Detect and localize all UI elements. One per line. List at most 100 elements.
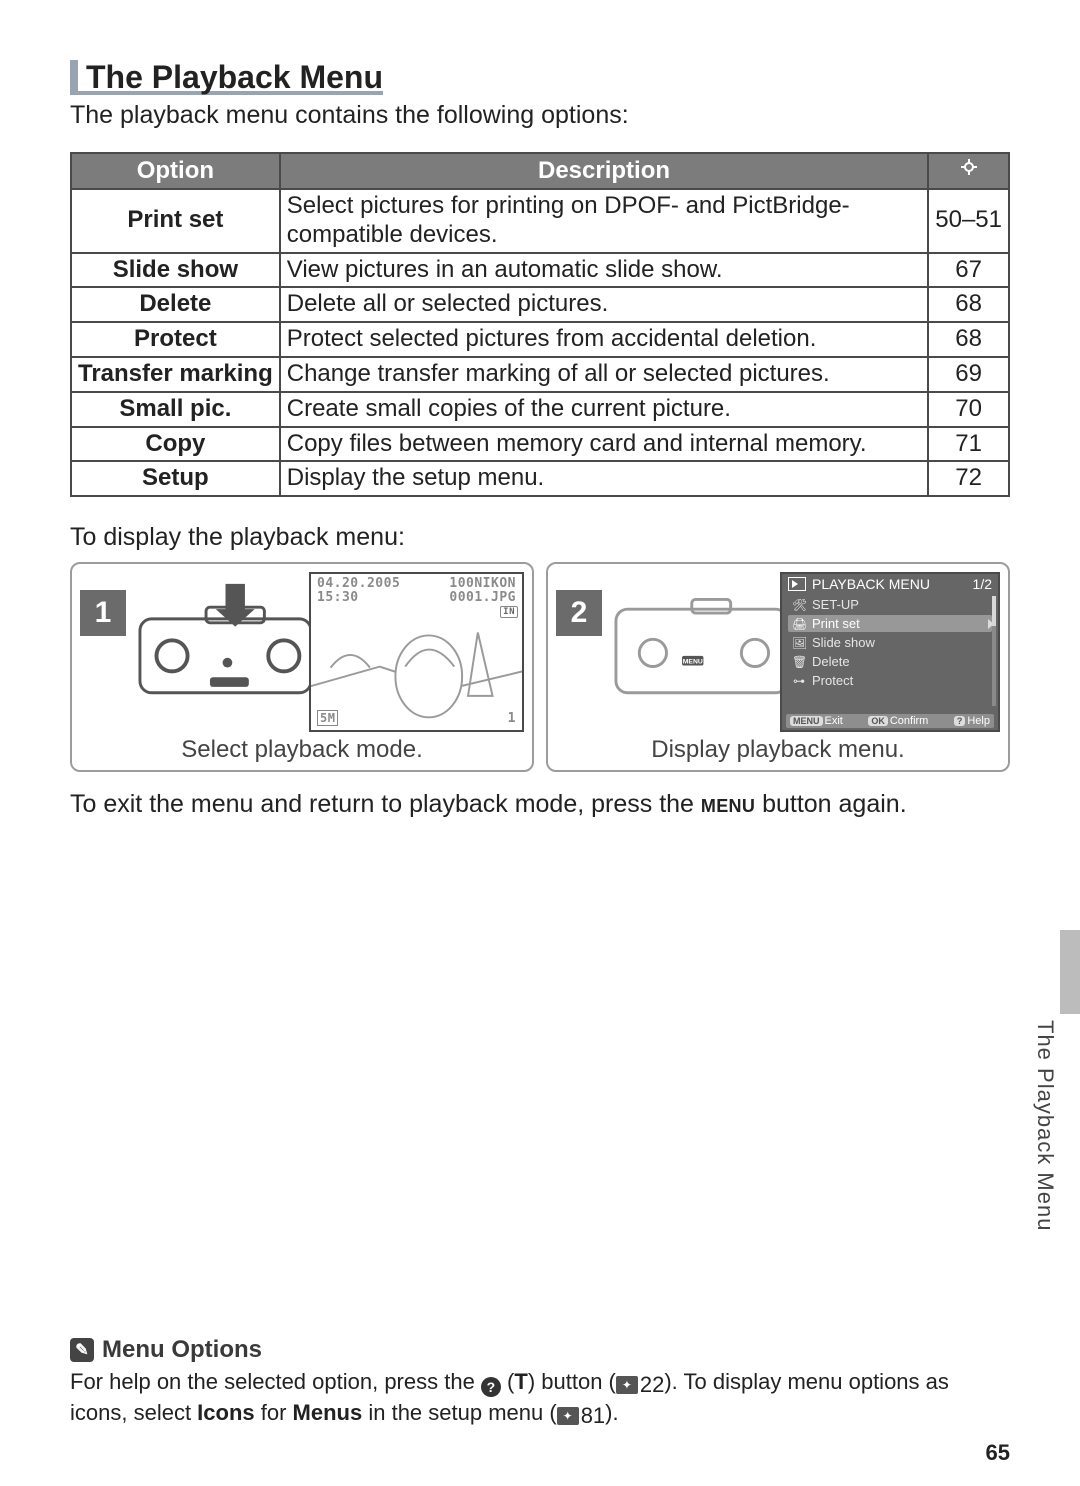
page-ref-number: 81 [581,1402,605,1430]
camera-back-icon: MENU [614,580,789,697]
step-panel-2: 2 MENU PLAYBACK [546,562,1010,772]
step-caption: Display playback menu. [548,736,1008,764]
option-desc: Protect selected pictures from accidenta… [280,322,929,357]
table-row: Delete Delete all or selected pictures. … [71,287,1009,322]
lcd-internal-badge: IN [500,606,518,618]
lcd-date: 04.20.2005 [317,576,400,591]
menu-items: 🛠 SET-UP 🖨 Print set 🖼 Slide show � [788,596,992,689]
menu-item-label: SET-UP [812,597,859,612]
wrench-icon: 🛠 [792,598,806,612]
option-name: Setup [71,461,280,496]
trash-icon: 🗑 [792,655,806,669]
svg-text:MENU: MENU [683,659,703,666]
option-page: 71 [928,427,1009,462]
option-desc: Display the setup menu. [280,461,929,496]
title-block: The Playback Menu [70,60,1010,99]
menu-scrollbar-thumb [992,596,996,626]
option-name: Copy [71,427,280,462]
option-page: 69 [928,357,1009,392]
option-desc: Change transfer marking of all or select… [280,357,929,392]
t-button-label: T [514,1369,527,1394]
menu-title: PLAYBACK MENU [812,576,967,592]
menus-word: Menus [293,1400,363,1425]
playback-menu-screen: PLAYBACK MENU 1/2 🛠 SET-UP 🖨 Print set [780,572,1000,732]
text-run: button again. [755,790,907,818]
subheading: To display the playback menu: [70,523,1010,552]
menu-item-label: Protect [812,673,853,688]
text-run: ) button ( [528,1369,616,1394]
lcd-count: 1 [508,711,516,726]
option-page: 72 [928,461,1009,496]
menu-item-label: Print set [812,616,860,631]
menu-item-setup: 🛠 SET-UP [788,596,992,613]
option-desc: Delete all or selected pictures. [280,287,929,322]
note-icon: ✎ [70,1338,94,1362]
pageref-icon: ✦ [557,1407,579,1425]
side-section-label: The Playback Menu [1032,1020,1058,1231]
page-ref: ✦ 22 [616,1371,664,1399]
text-run: in the setup menu ( [362,1400,556,1425]
option-page: 67 [928,253,1009,288]
option-name: Small pic. [71,392,280,427]
help-button-icon: ? [481,1377,501,1397]
option-page: 50–51 [928,189,1009,253]
options-table: Option Description Print set Select pict… [70,152,1010,497]
after-steps-text: To exit the menu and return to playback … [70,790,1010,819]
option-name: Delete [71,287,280,322]
table-row: Small pic. Create small copies of the cu… [71,392,1009,427]
playback-icon [788,577,806,591]
text-run: ). [605,1400,618,1425]
lcd-file: 0001.JPG [449,590,516,605]
icons-word: Icons [197,1400,254,1425]
menu-item-print-set: 🖨 Print set [788,615,992,632]
option-name: Transfer marking [71,357,280,392]
menu-item-delete: 🗑 Delete [788,653,992,670]
page-ref-number: 22 [640,1371,664,1399]
key-icon: ⊶ [792,674,806,688]
menu-footer-help: ?Help [954,715,990,727]
menu-page-indicator: 1/2 [973,576,992,592]
thumb-tab [1060,930,1080,1014]
step-panel-1: 1 [70,562,534,772]
page-title: The Playback Menu [70,60,383,95]
menu-item-label: Delete [812,654,850,669]
table-row: Print set Select pictures for printing o… [71,189,1009,253]
th-pageref-icon [928,153,1009,189]
option-page: 68 [928,287,1009,322]
text-run: ( [501,1369,514,1394]
menu-item-protect: ⊶ Protect [788,672,992,689]
lcd-size: 5M [317,710,338,726]
option-desc: Select pictures for printing on DPOF- an… [280,189,929,253]
camera-back-icon [138,580,313,697]
camera-lcd: 04.20.2005 15:30 100NIKON 0001.JPG IN 5M… [309,572,524,732]
menu-footer-exit: MENUExit [790,715,843,727]
option-page: 68 [928,322,1009,357]
printer-icon: 🖨 [792,617,806,631]
ok-chip: OK [868,716,888,726]
step-caption: Select playback mode. [72,736,532,764]
table-row: Protect Protect selected pictures from a… [71,322,1009,357]
table-row: Copy Copy files between memory card and … [71,427,1009,462]
help-chip: ? [954,716,966,726]
option-desc: Copy files between memory card and inter… [280,427,929,462]
step-figures: 1 [70,562,1010,772]
option-name: Slide show [71,253,280,288]
manual-page: The Playback Menu The playback menu cont… [0,0,1080,1486]
menu-title-row: PLAYBACK MENU 1/2 [788,576,992,592]
option-desc: Create small copies of the current pictu… [280,392,929,427]
step-number: 2 [556,590,602,636]
footer-note-title-row: ✎ Menu Options [70,1336,1010,1364]
lcd-time: 15:30 [317,590,359,605]
page-ref: ✦ 81 [557,1402,605,1430]
th-description: Description [280,153,929,189]
menu-footer-confirm: OKConfirm [868,715,928,727]
option-name: Print set [71,189,280,253]
text-run: To exit the menu and return to playback … [70,790,701,818]
step-number: 1 [80,590,126,636]
intro-text: The playback menu contains the following… [70,101,1010,130]
text-run: For help on the selected option, press t… [70,1369,481,1394]
options-tbody: Print set Select pictures for printing o… [71,189,1009,496]
option-page: 70 [928,392,1009,427]
page-number: 65 [986,1440,1010,1466]
footer-note: ✎ Menu Options For help on the selected … [70,1336,1010,1430]
